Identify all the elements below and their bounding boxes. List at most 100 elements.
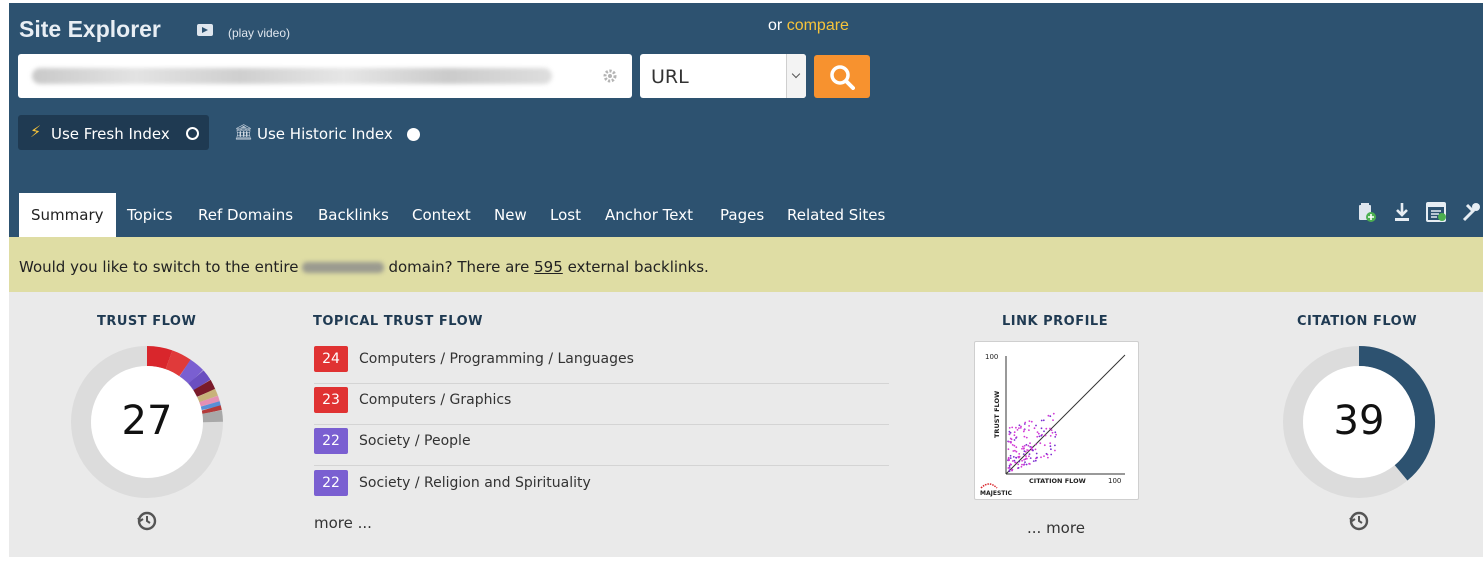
history-icon[interactable] (136, 510, 158, 532)
lp-point (1022, 453, 1025, 455)
lp-point (1022, 430, 1025, 433)
lp-point (1008, 469, 1011, 471)
lp-point (1055, 433, 1057, 436)
play-video-link[interactable]: (play video) (228, 26, 290, 40)
lp-point (1008, 427, 1011, 429)
link-profile-chart[interactable]: 100 100 CITATION FLOW TRUST FLOW MAJESTI… (974, 341, 1139, 500)
fresh-index-toggle[interactable]: ⚡ Use Fresh Index (18, 115, 209, 150)
tab-topics[interactable]: Topics (127, 206, 173, 224)
backlinks-count-link[interactable]: 595 (534, 258, 563, 276)
lp-point (1011, 444, 1014, 446)
add-to-bucket-icon[interactable] (1357, 201, 1377, 223)
compare-line: or compare (768, 17, 849, 35)
tf-segment-8 (200, 401, 221, 411)
link-profile-more-link[interactable]: ... more (1027, 519, 1085, 537)
fresh-index-label: Use Fresh Index (51, 125, 170, 143)
trust-flow-title: TRUST FLOW (97, 314, 197, 329)
lp-point (1013, 431, 1016, 434)
chevron-down-icon[interactable] (786, 54, 806, 98)
lp-point (1014, 449, 1016, 452)
header-bar: Site Explorer (play video) or compare UR… (9, 3, 1483, 237)
tools-icon[interactable] (1461, 201, 1481, 223)
trust-flow-value: 27 (121, 398, 173, 444)
lp-point (1033, 427, 1036, 430)
lp-point (1015, 437, 1017, 439)
lp-x-axis-label: CITATION FLOW (1029, 477, 1086, 485)
lp-point (1032, 449, 1034, 452)
download-icon[interactable] (1392, 201, 1412, 223)
fresh-index-radio[interactable] (186, 127, 199, 140)
compare-link[interactable]: compare (787, 17, 849, 34)
topic-row[interactable]: 22 Society / Religion and Spirituality (314, 466, 889, 507)
tab-related-sites[interactable]: Related Sites (787, 206, 885, 224)
tab-backlinks[interactable]: Backlinks (318, 206, 389, 224)
search-type-select[interactable]: URL (640, 54, 806, 98)
play-video-icon[interactable] (197, 24, 213, 36)
lp-point (1013, 434, 1016, 437)
search-icon (830, 65, 855, 90)
search-input[interactable] (18, 54, 632, 98)
topic-row[interactable]: 24 Computers / Programming / Languages (314, 342, 889, 384)
lp-point (1028, 420, 1031, 422)
tab-lost[interactable]: Lost (550, 206, 581, 224)
historic-index-label[interactable]: Use Historic Index (257, 125, 393, 143)
lp-point (1028, 462, 1030, 465)
lp-point (1015, 446, 1018, 449)
topical-trust-flow-title: TOPICAL TRUST FLOW (313, 314, 483, 329)
lp-point (1008, 467, 1011, 469)
report-icon[interactable] (1426, 201, 1446, 223)
historic-index-radio[interactable] (407, 128, 420, 141)
lp-point (1049, 445, 1052, 448)
or-label: or (768, 17, 783, 34)
lp-point (1013, 439, 1016, 441)
lp-point (1045, 452, 1048, 455)
lp-point (1023, 435, 1026, 438)
tab-new[interactable]: New (494, 206, 527, 224)
lp-point (1016, 429, 1019, 431)
lp-point (1045, 427, 1048, 430)
gear-icon[interactable] (602, 68, 618, 84)
tab-pages[interactable]: Pages (720, 206, 764, 224)
lp-point (1052, 419, 1054, 421)
lp-point (1025, 463, 1028, 466)
topic-label[interactable]: Computers / Programming / Languages (359, 351, 634, 367)
lp-point (1042, 419, 1045, 422)
lp-point (1036, 431, 1039, 433)
lp-point (1047, 456, 1049, 459)
lp-y-axis-label: TRUST FLOW (993, 391, 1001, 438)
lp-point (1044, 434, 1047, 437)
lp-point (1040, 427, 1043, 430)
lp-point (1017, 463, 1020, 466)
search-button[interactable] (814, 55, 870, 98)
topic-label[interactable]: Computers / Graphics (359, 392, 511, 408)
banner-message: Would you like to switch to the entire do… (19, 258, 709, 276)
lp-point (1011, 460, 1014, 462)
tab-ref-domains[interactable]: Ref Domains (198, 206, 293, 224)
lp-point (1014, 461, 1016, 464)
lp-point (1050, 448, 1052, 451)
lp-point (1049, 427, 1051, 430)
topic-label[interactable]: Society / People (359, 433, 471, 449)
tab-anchor-text[interactable]: Anchor Text (605, 206, 693, 224)
lp-x-tick: 100 (1108, 477, 1121, 485)
tab-summary[interactable]: Summary (19, 193, 116, 237)
lp-point (1054, 444, 1056, 447)
lp-point (1010, 441, 1012, 444)
topic-row[interactable]: 22 Society / People (314, 424, 889, 466)
more-topics-link[interactable]: more ... (314, 514, 372, 532)
lp-point (1047, 414, 1050, 417)
lp-point (1021, 459, 1023, 462)
lp-point (1008, 433, 1011, 436)
lp-point (1018, 424, 1021, 427)
topic-row[interactable]: 23 Computers / Graphics (314, 383, 889, 425)
topic-label[interactable]: Society / Religion and Spirituality (359, 475, 591, 491)
blurred-url-text (32, 68, 552, 84)
lp-point (1028, 429, 1030, 431)
lp-point (1037, 432, 1040, 435)
lp-point (1034, 459, 1037, 462)
tf-segment-5 (193, 379, 216, 398)
lp-point (1028, 453, 1031, 455)
lp-point (1050, 429, 1053, 432)
history-icon[interactable] (1348, 510, 1370, 532)
tab-context[interactable]: Context (412, 206, 471, 224)
